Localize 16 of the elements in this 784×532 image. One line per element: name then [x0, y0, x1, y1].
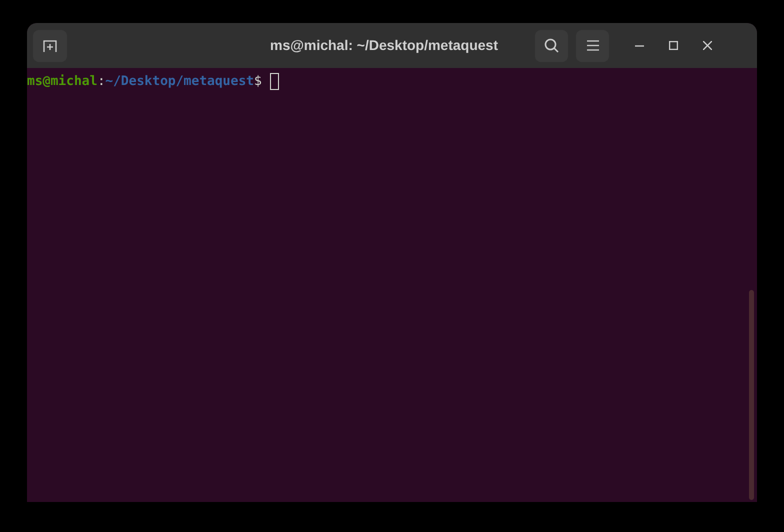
- new-tab-button[interactable]: [33, 30, 67, 62]
- window-title: ms@michal: ~/Desktop/metaquest: [270, 36, 498, 55]
- close-icon: [702, 41, 712, 50]
- scrollbar[interactable]: [749, 290, 754, 500]
- minimize-icon: [634, 44, 644, 46]
- prompt-symbol: $: [254, 73, 262, 90]
- menu-icon: [586, 40, 598, 51]
- user-host: ms@michal: [27, 73, 98, 90]
- search-button[interactable]: [535, 30, 568, 62]
- prompt-symbol: :: [97, 73, 106, 90]
- maximize-icon: [668, 41, 678, 50]
- menu-button[interactable]: [576, 30, 609, 62]
- cursor: [270, 73, 279, 90]
- new-tab-icon: [43, 40, 57, 52]
- search-icon: [544, 38, 559, 53]
- working-directory: ~/Desktop/metaquest: [105, 73, 254, 90]
